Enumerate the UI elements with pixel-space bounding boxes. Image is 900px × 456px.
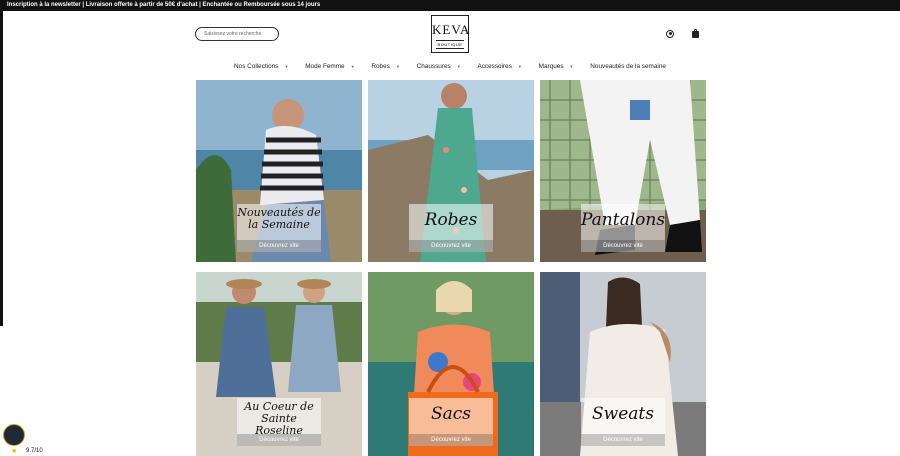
category-card-sacs[interactable]: Sacs Découvrez vite bbox=[368, 272, 534, 456]
nav-item-mode-femme[interactable]: Mode Femme ▼ bbox=[300, 63, 354, 70]
nav-item-collections[interactable]: Nos Collections ▼ bbox=[229, 63, 288, 70]
category-caption: Pantalons Découvrez vite bbox=[581, 204, 665, 252]
discover-button[interactable]: Découvrez vite bbox=[237, 240, 321, 252]
nav-item-robes[interactable]: Robes ▼ bbox=[366, 63, 399, 70]
category-caption: Au Coeur de Sainte Roseline Découvrez vi… bbox=[237, 398, 321, 446]
nav-item-marques[interactable]: Marques ▼ bbox=[534, 63, 574, 70]
left-edge-bar bbox=[0, 11, 3, 326]
chevron-down-icon: ▼ bbox=[517, 64, 522, 69]
category-caption: Sweats Découvrez vite bbox=[581, 398, 665, 446]
nav-label: Mode Femme bbox=[305, 63, 345, 70]
nav-item-nouveautes[interactable]: Nouveautés de la semaine bbox=[585, 63, 671, 70]
category-title: Nouveautés de la Semaine bbox=[237, 206, 321, 231]
account-icon[interactable] bbox=[666, 30, 674, 38]
discover-button[interactable]: Découvrez vite bbox=[237, 434, 321, 446]
category-card-sainte-roseline[interactable]: Au Coeur de Sainte Roseline Découvrez vi… bbox=[196, 272, 362, 456]
announcement-text[interactable]: Inscription à la newsletter | Livraison … bbox=[0, 2, 320, 8]
logo-sub-text: BOUTIQUE bbox=[436, 40, 464, 49]
category-title: Sweats bbox=[592, 404, 654, 424]
category-title: Robes bbox=[424, 210, 478, 230]
nav-label: Robes bbox=[371, 63, 390, 70]
rating-badge-icon bbox=[3, 424, 25, 446]
nav-label: Accessoires bbox=[477, 63, 512, 70]
rating-widget[interactable]: ★ 9.7/10 bbox=[0, 418, 56, 456]
category-caption: Robes Découvrez vite bbox=[409, 204, 493, 252]
chevron-down-icon: ▼ bbox=[456, 64, 461, 69]
category-title: Pantalons bbox=[581, 210, 666, 230]
search-input[interactable]: Saisissez votre recherche bbox=[195, 27, 279, 41]
category-card-sweats[interactable]: Sweats Découvrez vite bbox=[540, 272, 706, 456]
discover-button[interactable]: Découvrez vite bbox=[581, 434, 665, 446]
nav-label: Nouveautés de la semaine bbox=[590, 63, 666, 70]
rating-score: 9.7/10 bbox=[26, 448, 43, 454]
discover-button[interactable]: Découvrez vite bbox=[409, 434, 493, 446]
nav-label: Marques bbox=[538, 63, 564, 70]
chevron-down-icon: ▼ bbox=[569, 64, 574, 69]
logo-main-text: KEVA bbox=[432, 22, 471, 37]
chevron-down-icon: ▼ bbox=[395, 64, 400, 69]
nav-item-accessoires[interactable]: Accessoires ▼ bbox=[472, 63, 521, 70]
cart-icon[interactable] bbox=[692, 28, 699, 38]
category-card-nouveautes[interactable]: Nouveautés de la Semaine Découvrez vite bbox=[196, 80, 362, 262]
category-caption: Sacs Découvrez vite bbox=[409, 398, 493, 446]
nav-label: Chaussures bbox=[416, 63, 451, 70]
category-card-robes[interactable]: Robes Découvrez vite bbox=[368, 80, 534, 262]
discover-button[interactable]: Découvrez vite bbox=[581, 240, 665, 252]
nav-label: Nos Collections bbox=[234, 63, 279, 70]
nav-item-chaussures[interactable]: Chaussures ▼ bbox=[412, 63, 461, 70]
discover-button[interactable]: Découvrez vite bbox=[409, 240, 493, 252]
main-navigation: Nos Collections ▼ Mode Femme ▼ Robes ▼ Chau… bbox=[0, 63, 900, 70]
category-title: Au Coeur de Sainte Roseline bbox=[244, 400, 314, 437]
category-card-pantalons[interactable]: Pantalons Découvrez vite bbox=[540, 80, 706, 262]
chevron-down-icon: ▼ bbox=[284, 64, 289, 69]
category-caption: Nouveautés de la Semaine Découvrez vite bbox=[237, 204, 321, 252]
star-icon: ★ bbox=[11, 448, 18, 455]
category-title: Sacs bbox=[430, 404, 472, 424]
announcement-bar: Inscription à la newsletter | Livraison … bbox=[0, 0, 900, 11]
site-logo[interactable]: KEVA BOUTIQUE bbox=[431, 15, 469, 53]
chevron-down-icon: ▼ bbox=[350, 64, 355, 69]
